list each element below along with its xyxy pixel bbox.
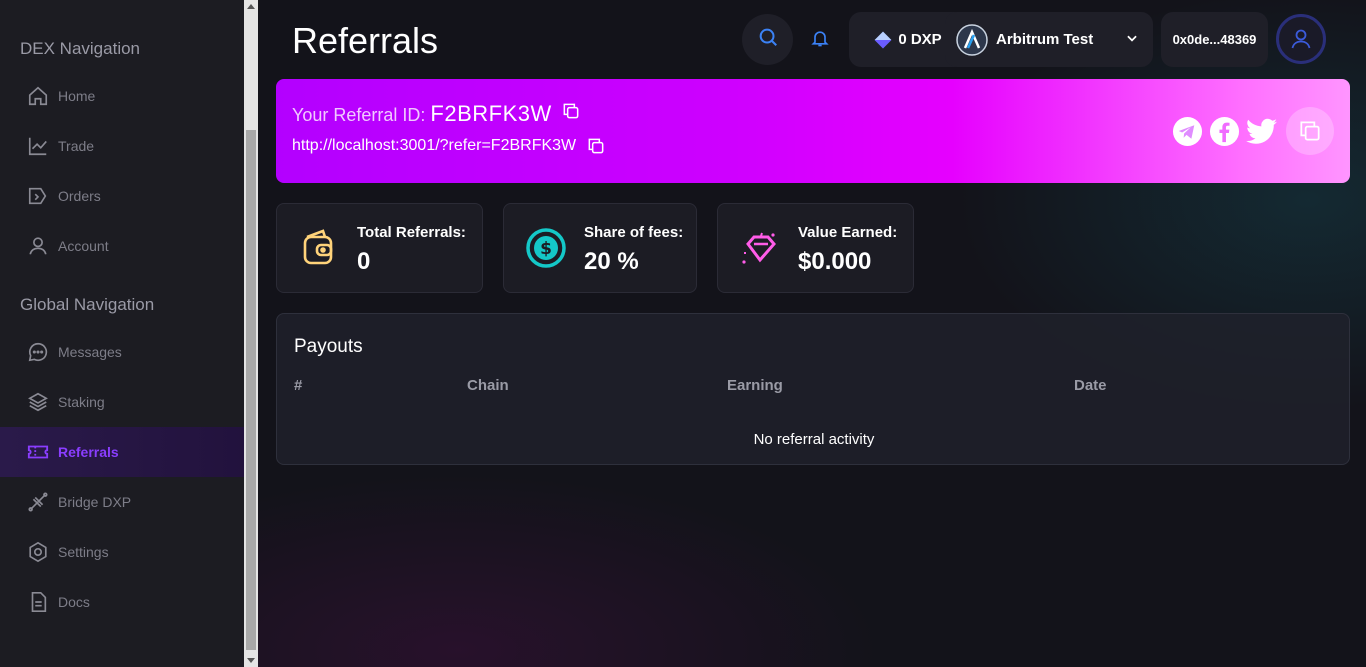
diamond-icon [738,224,782,272]
sidebar-item-label: Docs [58,594,90,610]
sidebar-item-label: Settings [58,544,109,560]
sidebar-item-docs[interactable]: Docs [0,577,244,627]
column-header-chain: Chain [467,377,509,394]
sidebar-item-trade[interactable]: Trade [0,121,244,171]
sidebar-item-messages[interactable]: Messages [0,327,244,377]
empty-state-message: No referral activity [753,431,875,448]
payouts-panel: Payouts # Chain Earning Date No referral… [276,313,1350,465]
sidebar-item-label: Orders [58,188,101,204]
sidebar-item-settings[interactable]: Settings [0,527,244,577]
stat-label: Share of fees: [584,224,684,241]
referral-link-row: http://localhost:3001/?refer=F2BRFK3W [292,136,606,156]
twitter-icon [1245,118,1277,145]
profile-button[interactable] [1276,14,1326,64]
sidebar-item-label: Bridge DXP [58,494,132,510]
network-name: Arbitrum Test [996,31,1094,48]
docs-icon [27,591,49,613]
main-content: Referrals 0 DXP Arbitrum Test 0x0de...48… [258,0,1366,667]
scroll-up-icon[interactable] [247,4,255,9]
sidebar-item-home[interactable]: Home [0,71,244,121]
orders-icon [27,185,49,207]
home-icon [27,85,49,107]
facebook-icon [1209,116,1240,147]
notifications-button[interactable] [809,28,831,52]
stat-label: Total Referrals: [357,224,466,241]
sidebar-item-label: Trade [58,138,95,154]
ticket-icon [27,441,49,463]
copy-link-icon[interactable] [586,136,606,156]
twitter-share-button[interactable] [1245,115,1277,147]
copy-id-icon[interactable] [561,101,581,121]
scroll-down-icon[interactable] [247,658,255,663]
copy-icon [1297,118,1323,144]
column-header-index: # [294,377,303,394]
referral-link[interactable]: http://localhost:3001/?refer=F2BRFK3W [292,137,576,155]
payouts-title: Payouts [294,336,363,357]
user-avatar-icon [1289,27,1313,51]
telegram-icon [1172,116,1203,147]
copy-link-button[interactable] [1286,107,1334,155]
arbitrum-logo-icon [956,23,988,56]
stat-label: Value Earned: [798,224,898,241]
sidebar-scrollbar[interactable] [244,0,258,667]
dex-navigation-title: DEX Navigation [20,39,141,58]
bridge-icon [27,491,49,513]
facebook-share-button[interactable] [1208,115,1240,147]
search-button[interactable] [742,14,793,65]
sidebar-item-staking[interactable]: Staking [0,377,244,427]
stat-value: 0 [357,248,371,275]
settings-icon [27,541,49,563]
page-title: Referrals [292,20,439,61]
layers-icon [27,391,49,413]
sidebar-item-referrals[interactable]: Referrals [0,427,244,477]
scrollbar-thumb[interactable] [246,130,256,650]
share-of-fees-card: $ Share of fees: 20 % [503,203,697,293]
sidebar-item-label: Home [58,88,96,104]
message-icon [27,341,49,363]
wallet-address: 0x0de...48369 [1172,32,1257,47]
value-earned-card: Value Earned: $0.000 [717,203,914,293]
sidebar-item-label: Referrals [58,444,119,460]
chevron-down-icon [1125,31,1139,45]
dxp-logo-icon [873,30,893,50]
referral-banner: Your Referral ID: F2BRFK3W http://localh… [276,79,1350,183]
user-icon [27,235,49,257]
column-header-date: Date [1074,377,1107,394]
search-icon [757,26,779,53]
sidebar: DEX Navigation Home Trade Orders Account… [0,0,244,667]
wallet-address-button[interactable]: 0x0de...48369 [1161,12,1268,67]
dxp-balance: 0 DXP [898,31,942,48]
sidebar-item-label: Messages [58,344,122,360]
network-selector[interactable]: Arbitrum Test [945,12,1153,67]
global-navigation-title: Global Navigation [20,295,155,314]
sidebar-item-orders[interactable]: Orders [0,171,244,221]
column-header-earning: Earning [727,377,783,394]
svg-text:$: $ [540,239,552,259]
dollar-coin-icon: $ [524,224,568,272]
sidebar-item-label: Staking [58,394,105,410]
chart-icon [27,135,49,157]
stat-value: 20 % [584,248,639,275]
total-referrals-card: Total Referrals: 0 [276,203,483,293]
referral-id-row: Your Referral ID: F2BRFK3W [292,101,581,127]
bell-icon [810,27,830,54]
telegram-share-button[interactable] [1171,115,1203,147]
sidebar-item-account[interactable]: Account [0,221,244,271]
referral-id-label: Your Referral ID: [292,105,426,125]
sidebar-item-label: Account [58,238,109,254]
referral-id-value: F2BRFK3W [430,101,552,126]
sidebar-item-bridge-dxp[interactable]: Bridge DXP [0,477,244,527]
stat-value: $0.000 [798,248,872,275]
wallet-icon [297,224,341,272]
